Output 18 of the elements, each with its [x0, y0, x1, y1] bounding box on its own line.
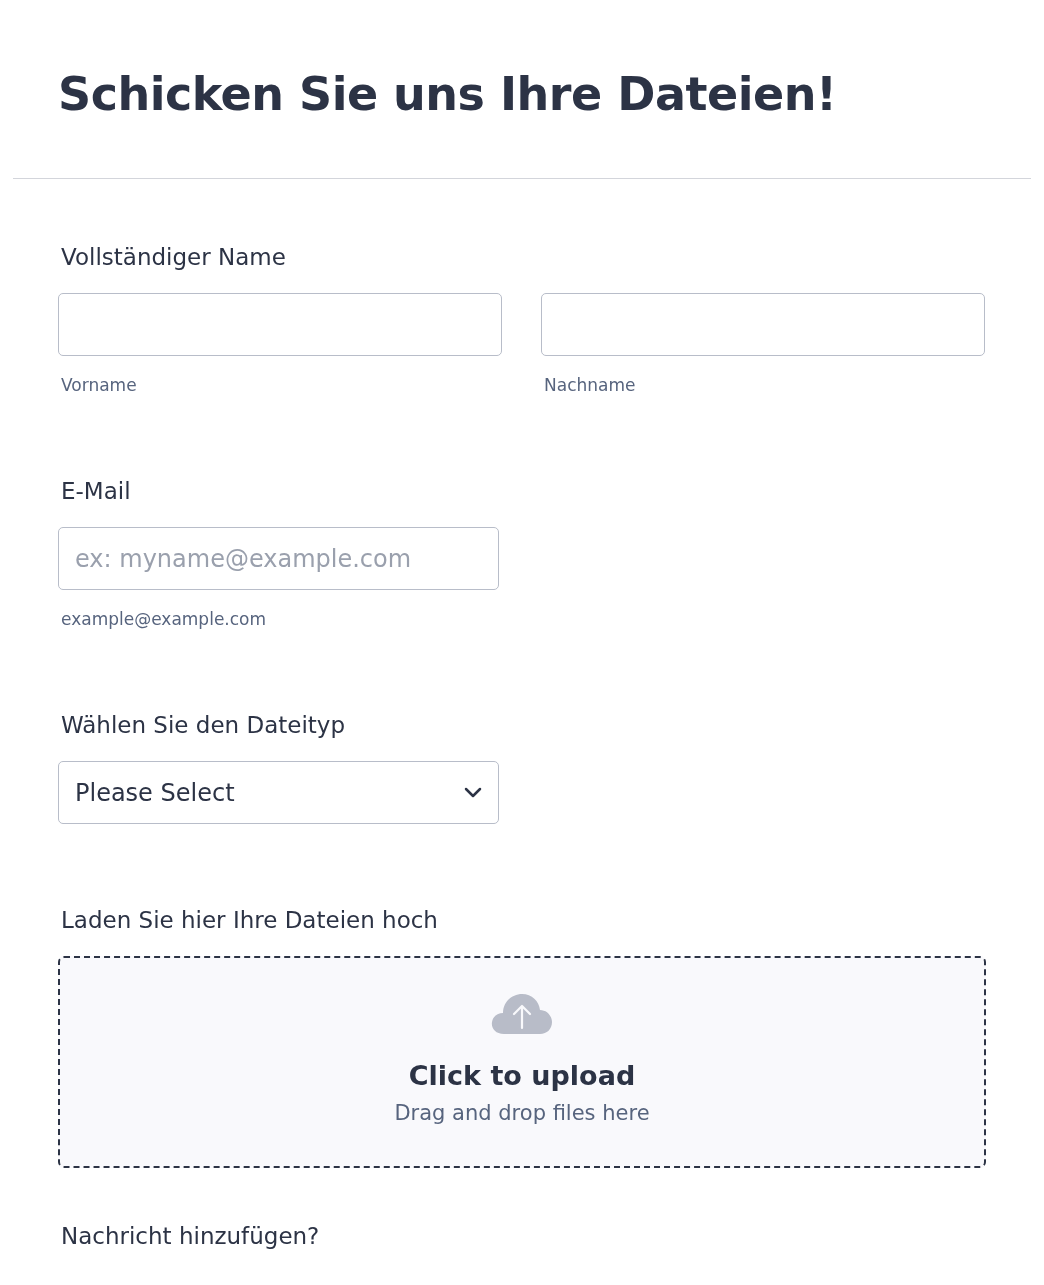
input-field[interactable]: [58, 293, 502, 356]
field-sublabel: Vorname: [61, 375, 138, 395]
field-sublabel: example@example.com: [61, 609, 268, 629]
file-type-dropdown[interactable]: Please Select: [58, 761, 499, 824]
field-label: Nachricht hinzufügen?: [61, 1222, 321, 1251]
chevron-down-icon: [464, 786, 482, 799]
upload-hint: Drag and drop files here: [394, 1101, 650, 1125]
upload-area[interactable]: Click to upload Drag and drop files here: [58, 956, 986, 1168]
upload-title: Click to upload: [408, 1060, 636, 1091]
input-field[interactable]: [541, 293, 985, 356]
field-sublabel: Nachname: [544, 375, 637, 395]
email-field[interactable]: ex: myname@example.com: [58, 527, 499, 590]
field-label: Laden Sie hier Ihre Dateien hoch: [61, 906, 439, 935]
cloud-upload-icon: [490, 992, 554, 1036]
field-label: Vollständiger Name: [61, 243, 287, 272]
field-label: Wählen Sie den Dateityp: [61, 711, 347, 740]
field-label: E-Mail: [61, 477, 132, 506]
form-title: Schicken Sie uns Ihre Dateien!: [58, 66, 838, 123]
